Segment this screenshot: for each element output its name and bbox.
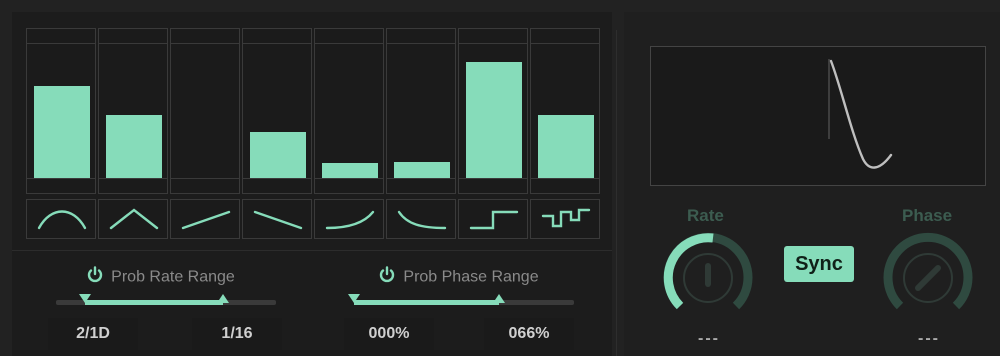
bar-bottom-line [99, 178, 167, 179]
probability-bar[interactable] [538, 115, 594, 178]
probability-bar-cell[interactable] [530, 28, 600, 194]
rate-range-low-handle[interactable] [78, 294, 91, 303]
bar-top-line [171, 43, 239, 44]
rate-label: Rate [687, 206, 724, 225]
bar-top-line [243, 43, 311, 44]
triangle-icon [109, 208, 159, 230]
probability-bar-cell[interactable] [98, 28, 168, 194]
phase-label: Phase [902, 206, 953, 225]
probability-bar-cell[interactable] [386, 28, 456, 194]
rate-value: --- [698, 330, 720, 347]
bar-top-line [315, 43, 383, 44]
bar-bottom-line [531, 178, 599, 179]
prob-phase-range-title: Prob Phase Range [403, 268, 539, 286]
prob-rate-range-title: Prob Rate Range [111, 268, 235, 286]
probability-bar-cell[interactable] [458, 28, 528, 194]
bar-top-line [459, 43, 527, 44]
rate-range-high-handle[interactable] [217, 294, 230, 303]
bar-bottom-line [387, 178, 455, 179]
rate-range-high-value[interactable]: 1/16 [192, 318, 282, 350]
ramp-up-icon [181, 210, 231, 230]
probability-bar[interactable] [106, 115, 162, 178]
probability-bar[interactable] [250, 132, 306, 178]
bar-bottom-line [27, 178, 95, 179]
range-divider [12, 250, 612, 251]
bar-top-line [531, 43, 599, 44]
probability-bar-cell[interactable] [242, 28, 312, 194]
random-step-icon [541, 208, 591, 228]
bar-top-line [99, 43, 167, 44]
shape-select-exp-up[interactable] [314, 199, 384, 239]
power-icon[interactable] [379, 266, 395, 289]
sine-icon [37, 210, 87, 230]
probability-bar[interactable] [322, 163, 378, 178]
phase-range-low-handle[interactable] [348, 294, 360, 303]
probability-bar-cell[interactable] [314, 28, 384, 194]
waveform-icon [828, 59, 893, 169]
shape-select-ramp-down[interactable] [242, 199, 312, 239]
bar-top-line [387, 43, 455, 44]
rate-range-low-value[interactable]: 2/1D [48, 318, 138, 350]
section-divider [616, 30, 617, 356]
shape-select-exp-down[interactable] [386, 199, 456, 239]
shape-select-sine[interactable] [26, 199, 96, 239]
shape-select-random-step[interactable] [530, 199, 600, 239]
rate-range-fill [84, 300, 224, 305]
exp-up-icon [325, 210, 375, 230]
phase-value: --- [918, 330, 940, 347]
phase-range-fill [354, 300, 500, 305]
probability-bar[interactable] [394, 162, 450, 178]
shape-select-ramp-up[interactable] [170, 199, 240, 239]
power-icon[interactable] [87, 266, 103, 289]
bar-bottom-line [459, 178, 527, 179]
prob-phase-range-header: Prob Phase Range [324, 266, 594, 289]
bar-top-line [27, 43, 95, 44]
probability-bar-cell[interactable] [170, 28, 240, 194]
rate-range-slider[interactable] [56, 294, 276, 305]
bar-bottom-line [171, 178, 239, 179]
probability-bar-cell[interactable] [26, 28, 96, 194]
square-icon [469, 210, 519, 230]
phase-knob[interactable] [878, 228, 978, 318]
lfo-waveform-display [650, 46, 986, 186]
shape-select-triangle[interactable] [98, 199, 168, 239]
phase-range-high-value[interactable]: 066% [484, 318, 574, 350]
bar-bottom-line [243, 178, 311, 179]
sync-button[interactable]: Sync [784, 246, 854, 282]
rate-knob[interactable] [658, 228, 758, 318]
phase-range-low-value[interactable]: 000% [344, 318, 434, 350]
probability-bar[interactable] [34, 86, 90, 178]
ramp-down-icon [253, 210, 303, 230]
phase-range-slider[interactable] [348, 294, 574, 305]
phase-range-high-handle[interactable] [493, 294, 506, 303]
probability-bar[interactable] [466, 62, 522, 178]
bar-bottom-line [315, 178, 383, 179]
exp-down-icon [397, 210, 447, 230]
prob-rate-range-header: Prob Rate Range [26, 266, 296, 289]
shape-select-square[interactable] [458, 199, 528, 239]
